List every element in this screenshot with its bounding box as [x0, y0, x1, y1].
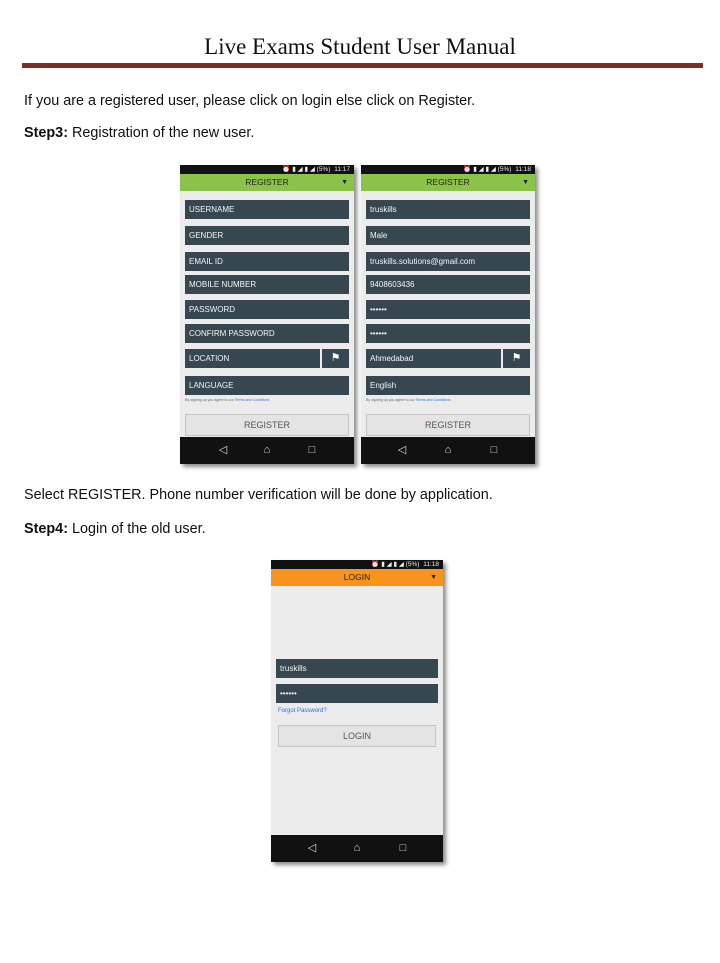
intro-paragraph: If you are a registered user, please cli…: [24, 93, 476, 109]
mobile-number-field[interactable]: MOBILE NUMBER: [185, 275, 349, 294]
register-screen: USERNAME GENDER EMAIL ID MOBILE NUMBER P…: [180, 191, 354, 437]
password-field[interactable]: ••••••: [276, 684, 438, 703]
step4-text: Login of the old user.: [67, 521, 206, 537]
language-field[interactable]: LANGUAGE: [185, 376, 349, 395]
back-icon[interactable]: ◁: [304, 840, 320, 856]
location-field-label: LOCATION: [189, 354, 230, 363]
back-icon[interactable]: ◁: [394, 442, 410, 458]
status-bar: ⏰ ▮ ◢ ▮ ◢ (5%) 11:18: [271, 560, 443, 569]
username-field[interactable]: USERNAME: [185, 200, 349, 219]
recents-icon[interactable]: □: [304, 442, 320, 458]
step3-heading: Step3: Registration of the new user.: [24, 125, 254, 141]
step4-heading: Step4: Login of the old user.: [24, 521, 206, 537]
nav-bar: ◁ ⌂ □: [271, 835, 443, 862]
password-field[interactable]: ••••••: [366, 300, 530, 319]
dropdown-icon[interactable]: ▼: [430, 569, 437, 586]
title-rule: [22, 63, 703, 68]
phone-register-empty: ⏰ ▮ ◢ ▮ ◢ (5%) 11:17 REGISTER ▼ USERNAME…: [180, 165, 354, 464]
email-field[interactable]: EMAIL ID: [185, 252, 349, 271]
nav-bar: ◁ ⌂ □: [361, 437, 535, 464]
status-icons: ⏰ ▮ ◢ ▮ ◢ (5%): [463, 166, 512, 173]
status-bar: ⏰ ▮ ◢ ▮ ◢ (5%) 11:18: [361, 165, 535, 174]
status-time: 11:18: [423, 561, 439, 568]
terms-prefix: By signing up you agree to our: [185, 398, 235, 402]
status-icons: ⏰ ▮ ◢ ▮ ◢ (5%): [371, 561, 420, 568]
username-field[interactable]: truskills: [276, 659, 438, 678]
step3-label: Step3:: [24, 125, 68, 141]
confirm-password-field[interactable]: CONFIRM PASSWORD: [185, 324, 349, 343]
recents-icon[interactable]: □: [395, 840, 411, 856]
password-field[interactable]: PASSWORD: [185, 300, 349, 319]
status-bar: ⏰ ▮ ◢ ▮ ◢ (5%) 11:17: [180, 165, 354, 174]
login-screen: truskills •••••• Forgot Password? LOGIN: [271, 586, 443, 835]
status-icons: ⏰ ▮ ◢ ▮ ◢ (5%): [282, 166, 331, 173]
gender-field[interactable]: Male: [366, 226, 530, 245]
terms-link[interactable]: Terms and Conditions: [416, 398, 451, 402]
location-field-value: Ahmedabad: [370, 354, 414, 363]
login-title: LOGIN: [343, 572, 371, 582]
register-title: REGISTER: [245, 177, 289, 187]
language-field[interactable]: English: [366, 376, 530, 395]
after-register-paragraph: Select REGISTER. Phone number verificati…: [24, 487, 493, 503]
register-screen: truskills Male truskills.solutions@gmail…: [361, 191, 535, 437]
dropdown-icon[interactable]: ▼: [522, 174, 529, 191]
mobile-number-field[interactable]: 9408603436: [366, 275, 530, 294]
status-time: 11:17: [334, 166, 350, 173]
terms-prefix: By signing up you agree to our: [366, 398, 416, 402]
nav-bar: ◁ ⌂ □: [180, 437, 354, 464]
home-icon[interactable]: ⌂: [259, 442, 275, 458]
phone-register-filled: ⏰ ▮ ◢ ▮ ◢ (5%) 11:18 REGISTER ▼ truskill…: [361, 165, 535, 464]
login-app-bar: LOGIN ▼: [271, 569, 443, 586]
register-button[interactable]: REGISTER: [366, 414, 530, 436]
location-pin-icon[interactable]: ⚑: [320, 349, 349, 368]
location-field[interactable]: LOCATION ⚑: [185, 349, 349, 368]
email-field[interactable]: truskills.solutions@gmail.com: [366, 252, 530, 271]
register-title: REGISTER: [426, 177, 470, 187]
register-app-bar: REGISTER ▼: [361, 174, 535, 191]
terms-text: By signing up you agree to our Terms and…: [185, 398, 349, 402]
dropdown-icon[interactable]: ▼: [341, 174, 348, 191]
location-field[interactable]: Ahmedabad ⚑: [366, 349, 530, 368]
register-button[interactable]: REGISTER: [185, 414, 349, 436]
status-time: 11:18: [515, 166, 531, 173]
terms-link[interactable]: Terms and Conditions: [235, 398, 270, 402]
login-button[interactable]: LOGIN: [278, 725, 436, 747]
back-icon[interactable]: ◁: [215, 442, 231, 458]
home-icon[interactable]: ⌂: [440, 442, 456, 458]
gender-field[interactable]: GENDER: [185, 226, 349, 245]
phone-login: ⏰ ▮ ◢ ▮ ◢ (5%) 11:18 LOGIN ▼ truskills •…: [271, 560, 443, 862]
document-title: Live Exams Student User Manual: [204, 34, 516, 59]
terms-text: By signing up you agree to our Terms and…: [366, 398, 530, 402]
step3-text: Registration of the new user.: [67, 125, 255, 141]
register-app-bar: REGISTER ▼: [180, 174, 354, 191]
recents-icon[interactable]: □: [486, 442, 502, 458]
home-icon[interactable]: ⌂: [349, 840, 365, 856]
forgot-password-link[interactable]: Forgot Password?: [278, 708, 327, 714]
step4-label: Step4:: [24, 521, 68, 537]
username-field[interactable]: truskills: [366, 200, 530, 219]
location-pin-icon[interactable]: ⚑: [501, 349, 530, 368]
confirm-password-field[interactable]: ••••••: [366, 324, 530, 343]
